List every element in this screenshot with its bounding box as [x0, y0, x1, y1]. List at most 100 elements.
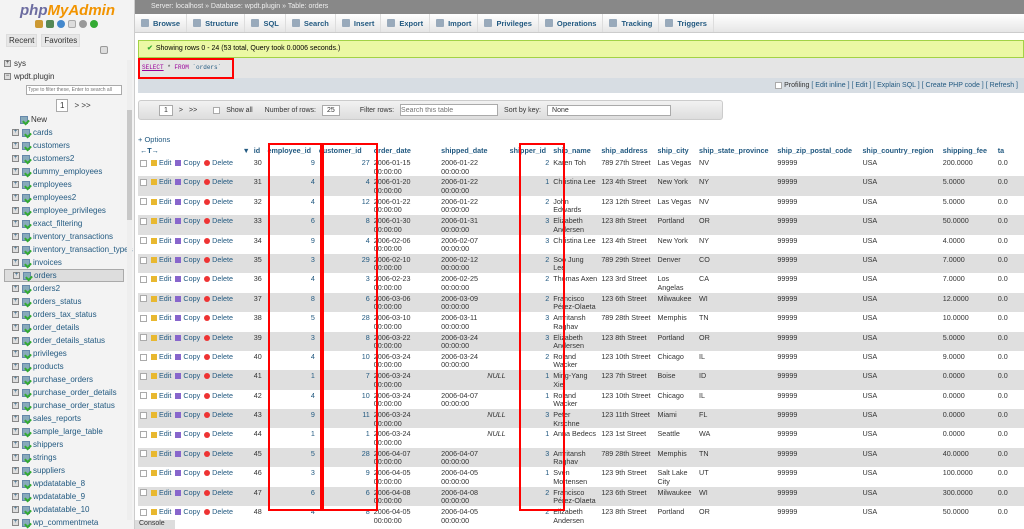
expand-icon[interactable]: +	[12, 233, 19, 240]
column-header-id[interactable]: id	[252, 143, 266, 157]
sidebar-table-employees[interactable]: + employees	[4, 178, 124, 191]
copy-link[interactable]: Copy	[183, 158, 200, 167]
column-header-ta[interactable]: ta	[996, 143, 1024, 157]
row-checkbox[interactable]	[140, 198, 147, 206]
db-wpdt-plugin[interactable]: − wpdt.plugin	[4, 70, 124, 83]
copy-link[interactable]: Copy	[183, 507, 200, 516]
copy-link[interactable]: Copy	[183, 371, 200, 381]
table-name[interactable]: orders	[34, 269, 57, 282]
collapse-all-button[interactable]	[100, 46, 108, 54]
new-table-link[interactable]: New	[4, 113, 124, 126]
row-checkbox[interactable]	[140, 353, 147, 361]
table-name[interactable]: order_details_status	[33, 334, 105, 347]
column-header-ship-address[interactable]: ship_address	[599, 143, 655, 157]
table-name[interactable]: exact_filtering	[33, 217, 82, 230]
expand-icon[interactable]: +	[12, 454, 19, 461]
rows-select[interactable]: 25	[322, 104, 340, 116]
sidebar-table-wp-commentmeta[interactable]: + wp_commentmeta	[4, 516, 124, 529]
tab-browse[interactable]: Browse	[135, 14, 188, 33]
sidebar-table-customers2[interactable]: + customers2	[4, 152, 124, 165]
table-filter-input[interactable]	[26, 85, 122, 95]
table-name[interactable]: sales_reports	[33, 412, 81, 425]
table-name[interactable]: customers2	[33, 152, 74, 165]
docs-icon[interactable]	[68, 20, 76, 28]
tab-operations[interactable]: Operations	[539, 14, 604, 32]
table-name[interactable]: shippers	[33, 438, 63, 451]
expand-icon[interactable]: +	[12, 506, 19, 513]
gear-icon[interactable]	[79, 20, 87, 28]
edit-link[interactable]: Edit	[159, 352, 171, 361]
sidebar-table-inventory-transactions[interactable]: + inventory_transactions	[4, 230, 124, 243]
column-header-shipping-fee[interactable]: shipping_fee	[941, 143, 996, 157]
tab-label[interactable]: Triggers	[677, 14, 707, 33]
row-checkbox[interactable]	[140, 450, 147, 458]
show-all-checkbox[interactable]	[213, 106, 221, 114]
expand-icon[interactable]: +	[12, 493, 19, 500]
expand-icon[interactable]: +	[12, 480, 19, 487]
row-checkbox[interactable]	[140, 489, 147, 497]
table-name[interactable]: orders_status	[33, 295, 81, 308]
delete-link[interactable]: Delete	[212, 429, 233, 439]
page-select[interactable]: 1	[159, 104, 173, 116]
table-name[interactable]: sample_large_table	[33, 425, 103, 438]
tab-label[interactable]: Browse	[153, 14, 180, 33]
column-resize-controls[interactable]: ←T→ ▼	[138, 143, 252, 157]
tab-insert[interactable]: Insert	[336, 14, 382, 32]
edit-link[interactable]: Edit	[159, 313, 171, 322]
tab-triggers[interactable]: Triggers	[659, 14, 714, 32]
column-header-ship-zip-postal-code[interactable]: ship_zip_postal_code	[775, 143, 860, 157]
sidebar-table-sales-reports[interactable]: + sales_reports	[4, 412, 124, 425]
recent-button[interactable]: Recent	[6, 34, 38, 47]
edit-link[interactable]: Edit	[159, 391, 171, 400]
table-name[interactable]: employees2	[33, 191, 76, 204]
copy-link[interactable]: Copy	[183, 488, 200, 497]
expand-icon[interactable]: +	[13, 272, 20, 279]
table-name[interactable]: order_details	[33, 321, 79, 334]
delete-link[interactable]: Delete	[212, 274, 233, 284]
row-checkbox[interactable]	[140, 334, 147, 342]
sidebar-table-employees2[interactable]: + employees2	[4, 191, 124, 204]
delete-link[interactable]: Delete	[212, 371, 233, 381]
sidebar-table-orders-tax-status[interactable]: + orders_tax_status	[4, 308, 124, 321]
sidebar-table-purchase-order-status[interactable]: + purchase_order_status	[4, 399, 124, 412]
row-checkbox[interactable]	[140, 237, 147, 245]
expand-icon[interactable]: +	[12, 389, 19, 396]
table-name[interactable]: dummy_employees	[33, 165, 102, 178]
copy-link[interactable]: Copy	[183, 410, 200, 419]
column-header-ship-city[interactable]: ship_city	[656, 143, 698, 157]
table-name[interactable]: inventory_transactions	[33, 230, 113, 243]
expand-icon[interactable]: +	[12, 324, 19, 331]
expand-icon[interactable]: +	[12, 168, 19, 175]
query-links[interactable]: [ Edit inline ] [ Edit ] [ Explain SQL ]…	[811, 82, 1018, 89]
sidebar-table-products[interactable]: + products	[4, 360, 124, 373]
expand-icon[interactable]: +	[12, 519, 19, 526]
sidebar-table-shippers[interactable]: + shippers	[4, 438, 124, 451]
tab-export[interactable]: Export	[381, 14, 431, 33]
row-checkbox[interactable]	[140, 411, 147, 419]
copy-link[interactable]: Copy	[183, 197, 200, 206]
profiling-checkbox[interactable]	[775, 81, 783, 89]
expand-icon[interactable]: +	[12, 246, 19, 253]
copy-link[interactable]: Copy	[183, 274, 200, 284]
row-checkbox[interactable]	[140, 469, 147, 477]
page-select[interactable]: 1	[56, 98, 69, 112]
edit-link[interactable]: Edit	[159, 197, 171, 206]
last-page-button[interactable]: >>	[189, 107, 197, 114]
table-name[interactable]: purchase_orders	[33, 373, 93, 386]
edit-link[interactable]: Edit	[159, 333, 171, 342]
copy-link[interactable]: Copy	[183, 294, 200, 303]
row-checkbox[interactable]	[140, 508, 147, 516]
db-name[interactable]: sys	[14, 57, 26, 70]
table-name[interactable]: customers	[33, 139, 70, 152]
delete-link[interactable]: Delete	[212, 488, 233, 497]
sidebar-table-wpdatatable-9[interactable]: + wpdatatable_9	[4, 490, 124, 503]
delete-link[interactable]: Delete	[212, 352, 233, 361]
expand-icon[interactable]: +	[12, 194, 19, 201]
expand-icon[interactable]: +	[12, 142, 19, 149]
table-name[interactable]: wp_commentmeta	[33, 516, 98, 529]
copy-link[interactable]: Copy	[183, 216, 200, 225]
tab-label[interactable]: Export	[399, 14, 423, 33]
sidebar-table-privileges[interactable]: + privileges	[4, 347, 124, 360]
expand-icon[interactable]: +	[12, 363, 19, 370]
tab-label[interactable]: SQL	[263, 14, 278, 33]
